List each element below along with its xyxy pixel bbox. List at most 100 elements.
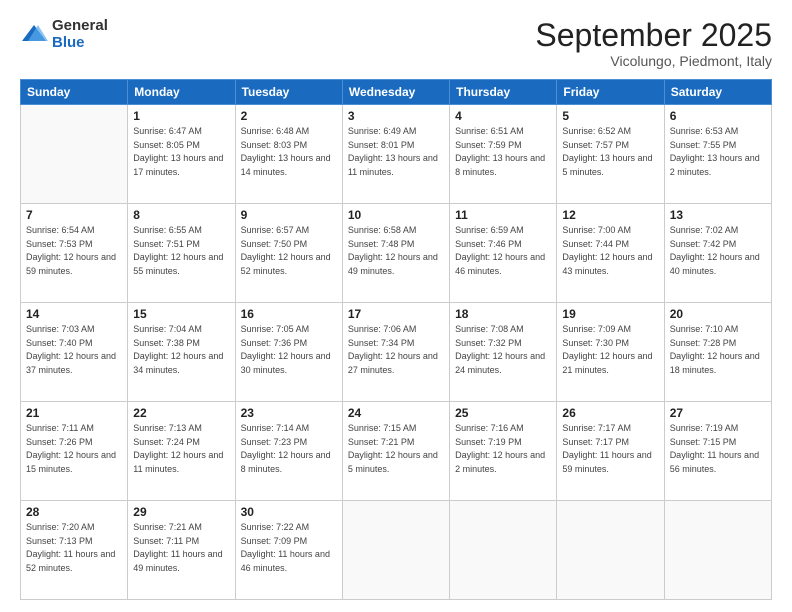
- day-info: Sunrise: 6:47 AMSunset: 8:05 PMDaylight:…: [133, 125, 229, 179]
- day-number: 17: [348, 307, 444, 321]
- logo-general-text: General: [52, 18, 108, 35]
- calendar-cell: 2 Sunrise: 6:48 AMSunset: 8:03 PMDaylight…: [235, 105, 342, 204]
- day-number: 26: [562, 406, 658, 420]
- weekday-header-row: SundayMondayTuesdayWednesdayThursdayFrid…: [21, 80, 772, 105]
- calendar-cell: 9Sunrise: 6:57 AMSunset: 7:50 PMDaylight…: [235, 204, 342, 303]
- day-number: 12: [562, 208, 658, 222]
- day-number: 30: [241, 505, 337, 519]
- day-number: 25: [455, 406, 551, 420]
- day-number: 22: [133, 406, 229, 420]
- calendar-header: SundayMondayTuesdayWednesdayThursdayFrid…: [21, 80, 772, 105]
- logo-icon: [20, 21, 48, 49]
- calendar-week-row: 1 Sunrise: 6:47 AMSunset: 8:05 PMDaylight…: [21, 105, 772, 204]
- day-info: Sunrise: 6:51 AMSunset: 7:59 PMDaylight:…: [455, 125, 551, 179]
- calendar-cell: 12 Sunrise: 7:00 AMSunset: 7:44 PMDayligh…: [557, 204, 664, 303]
- day-number: 19: [562, 307, 658, 321]
- weekday-header-thursday: Thursday: [450, 80, 557, 105]
- calendar-cell: 28Sunrise: 7:20 AMSunset: 7:13 PMDayligh…: [21, 501, 128, 600]
- location: Vicolungo, Piedmont, Italy: [535, 53, 772, 69]
- day-number: 23: [241, 406, 337, 420]
- weekday-header-saturday: Saturday: [664, 80, 771, 105]
- day-number: 6: [670, 109, 766, 123]
- day-info: Sunrise: 7:16 AMSunset: 7:19 PMDaylight:…: [455, 422, 551, 476]
- calendar-cell: 7 Sunrise: 6:54 AMSunset: 7:53 PMDaylight…: [21, 204, 128, 303]
- day-number: 21: [26, 406, 122, 420]
- calendar-cell: 25 Sunrise: 7:16 AMSunset: 7:19 PMDayligh…: [450, 402, 557, 501]
- day-info: Sunrise: 6:58 AMSunset: 7:48 PMDaylight:…: [348, 224, 444, 278]
- day-number: 5: [562, 109, 658, 123]
- day-number: 18: [455, 307, 551, 321]
- calendar-cell: 13 Sunrise: 7:02 AMSunset: 7:42 PMDayligh…: [664, 204, 771, 303]
- day-number: 8: [133, 208, 229, 222]
- day-info: Sunrise: 7:06 AMSunset: 7:34 PMDaylight:…: [348, 323, 444, 377]
- calendar-table: SundayMondayTuesdayWednesdayThursdayFrid…: [20, 79, 772, 600]
- day-info: Sunrise: 7:15 AMSunset: 7:21 PMDaylight:…: [348, 422, 444, 476]
- calendar-cell: 17 Sunrise: 7:06 AMSunset: 7:34 PMDayligh…: [342, 303, 449, 402]
- day-number: 24: [348, 406, 444, 420]
- title-block: September 2025 Vicolungo, Piedmont, Ital…: [535, 18, 772, 69]
- calendar-cell: 16 Sunrise: 7:05 AMSunset: 7:36 PMDayligh…: [235, 303, 342, 402]
- day-number: 10: [348, 208, 444, 222]
- day-info: Sunrise: 7:08 AMSunset: 7:32 PMDaylight:…: [455, 323, 551, 377]
- day-info: Sunrise: 7:10 AMSunset: 7:28 PMDaylight:…: [670, 323, 766, 377]
- calendar-cell: 29 Sunrise: 7:21 AMSunset: 7:11 PMDayligh…: [128, 501, 235, 600]
- calendar-cell: 23 Sunrise: 7:14 AMSunset: 7:23 PMDayligh…: [235, 402, 342, 501]
- calendar-cell: 4 Sunrise: 6:51 AMSunset: 7:59 PMDaylight…: [450, 105, 557, 204]
- calendar-cell: 21 Sunrise: 7:11 AMSunset: 7:26 PMDayligh…: [21, 402, 128, 501]
- weekday-header-tuesday: Tuesday: [235, 80, 342, 105]
- day-number: 2: [241, 109, 337, 123]
- weekday-header-friday: Friday: [557, 80, 664, 105]
- calendar-cell: 30 Sunrise: 7:22 AMSunset: 7:09 PMDayligh…: [235, 501, 342, 600]
- day-number: 3: [348, 109, 444, 123]
- logo-blue-text: Blue: [52, 35, 108, 52]
- calendar-cell: 26 Sunrise: 7:17 AMSunset: 7:17 PMDayligh…: [557, 402, 664, 501]
- calendar-cell: 27Sunrise: 7:19 AMSunset: 7:15 PMDayligh…: [664, 402, 771, 501]
- day-info: Sunrise: 7:00 AMSunset: 7:44 PMDaylight:…: [562, 224, 658, 278]
- day-info: Sunrise: 7:05 AMSunset: 7:36 PMDaylight:…: [241, 323, 337, 377]
- calendar-cell: 18 Sunrise: 7:08 AMSunset: 7:32 PMDayligh…: [450, 303, 557, 402]
- day-number: 1: [133, 109, 229, 123]
- day-number: 16: [241, 307, 337, 321]
- day-info: Sunrise: 7:09 AMSunset: 7:30 PMDaylight:…: [562, 323, 658, 377]
- calendar-cell: 5Sunrise: 6:52 AMSunset: 7:57 PMDaylight…: [557, 105, 664, 204]
- weekday-header-sunday: Sunday: [21, 80, 128, 105]
- day-number: 7: [26, 208, 122, 222]
- logo: General Blue: [20, 18, 108, 51]
- day-info: Sunrise: 6:53 AMSunset: 7:55 PMDaylight:…: [670, 125, 766, 179]
- calendar-week-row: 21 Sunrise: 7:11 AMSunset: 7:26 PMDayligh…: [21, 402, 772, 501]
- calendar-cell: 8 Sunrise: 6:55 AMSunset: 7:51 PMDaylight…: [128, 204, 235, 303]
- calendar-cell: 3Sunrise: 6:49 AMSunset: 8:01 PMDaylight…: [342, 105, 449, 204]
- calendar-body: 1 Sunrise: 6:47 AMSunset: 8:05 PMDaylight…: [21, 105, 772, 600]
- day-info: Sunrise: 7:02 AMSunset: 7:42 PMDaylight:…: [670, 224, 766, 278]
- day-number: 20: [670, 307, 766, 321]
- day-info: Sunrise: 6:59 AMSunset: 7:46 PMDaylight:…: [455, 224, 551, 278]
- calendar-cell: [450, 501, 557, 600]
- day-info: Sunrise: 7:17 AMSunset: 7:17 PMDaylight:…: [562, 422, 658, 476]
- calendar-cell: [664, 501, 771, 600]
- day-info: Sunrise: 6:55 AMSunset: 7:51 PMDaylight:…: [133, 224, 229, 278]
- day-info: Sunrise: 7:22 AMSunset: 7:09 PMDaylight:…: [241, 521, 337, 575]
- day-info: Sunrise: 6:48 AMSunset: 8:03 PMDaylight:…: [241, 125, 337, 179]
- day-info: Sunrise: 7:21 AMSunset: 7:11 PMDaylight:…: [133, 521, 229, 575]
- calendar-cell: 1 Sunrise: 6:47 AMSunset: 8:05 PMDaylight…: [128, 105, 235, 204]
- calendar-cell: 14Sunrise: 7:03 AMSunset: 7:40 PMDayligh…: [21, 303, 128, 402]
- day-number: 27: [670, 406, 766, 420]
- day-number: 4: [455, 109, 551, 123]
- header: General Blue September 2025 Vicolungo, P…: [20, 18, 772, 69]
- calendar-cell: [557, 501, 664, 600]
- day-number: 13: [670, 208, 766, 222]
- weekday-header-monday: Monday: [128, 80, 235, 105]
- calendar-cell: 6 Sunrise: 6:53 AMSunset: 7:55 PMDaylight…: [664, 105, 771, 204]
- calendar-week-row: 14Sunrise: 7:03 AMSunset: 7:40 PMDayligh…: [21, 303, 772, 402]
- day-info: Sunrise: 6:54 AMSunset: 7:53 PMDaylight:…: [26, 224, 122, 278]
- calendar-cell: 19 Sunrise: 7:09 AMSunset: 7:30 PMDayligh…: [557, 303, 664, 402]
- calendar-week-row: 7 Sunrise: 6:54 AMSunset: 7:53 PMDaylight…: [21, 204, 772, 303]
- day-number: 11: [455, 208, 551, 222]
- calendar-cell: 15Sunrise: 7:04 AMSunset: 7:38 PMDayligh…: [128, 303, 235, 402]
- day-info: Sunrise: 7:11 AMSunset: 7:26 PMDaylight:…: [26, 422, 122, 476]
- day-number: 29: [133, 505, 229, 519]
- logo-text: General Blue: [52, 18, 108, 51]
- calendar-cell: 11 Sunrise: 6:59 AMSunset: 7:46 PMDayligh…: [450, 204, 557, 303]
- calendar-cell: 24 Sunrise: 7:15 AMSunset: 7:21 PMDayligh…: [342, 402, 449, 501]
- day-info: Sunrise: 7:14 AMSunset: 7:23 PMDaylight:…: [241, 422, 337, 476]
